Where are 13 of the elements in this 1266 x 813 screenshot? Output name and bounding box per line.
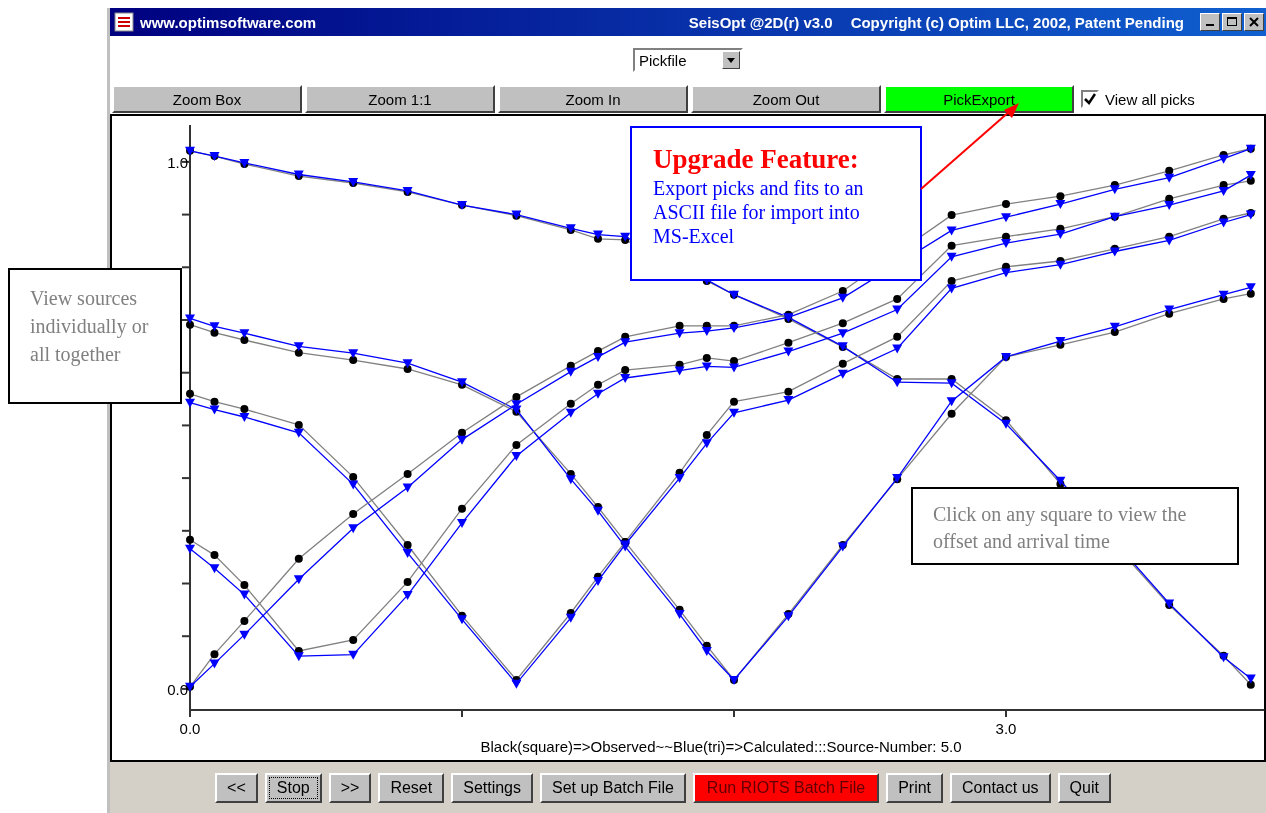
note-callout: View sources individually or all together — [8, 268, 182, 404]
callout-title: Upgrade Feature: — [653, 143, 860, 176]
y-tick-label: 1.0 — [167, 153, 188, 171]
note-callout: Click on any square to view the offset and arrival time — [911, 487, 1239, 565]
x-tick-label: 3.0 — [995, 720, 1017, 737]
x-tick-label: 0.0 — [179, 720, 201, 737]
y-tick-label: 0.0 — [167, 680, 188, 698]
window-title: SeisOpt @2D(r) v3.0 — [688, 13, 833, 31]
website-title: www.optimsoftware.com — [140, 13, 317, 31]
callout-text: Export picks and fits to an ASCII file for import into MS-Excel — [653, 177, 864, 247]
x-axis-label: Black(square)=>Observed~~Blue(tri)=>Calculated:::Source-Number: 5.0 — [480, 738, 962, 755]
copyright-title: Copyright (c) Optim LLC, 2002, Patent Pending — [850, 13, 1184, 31]
checkbox-label: View all picks — [1105, 90, 1195, 108]
